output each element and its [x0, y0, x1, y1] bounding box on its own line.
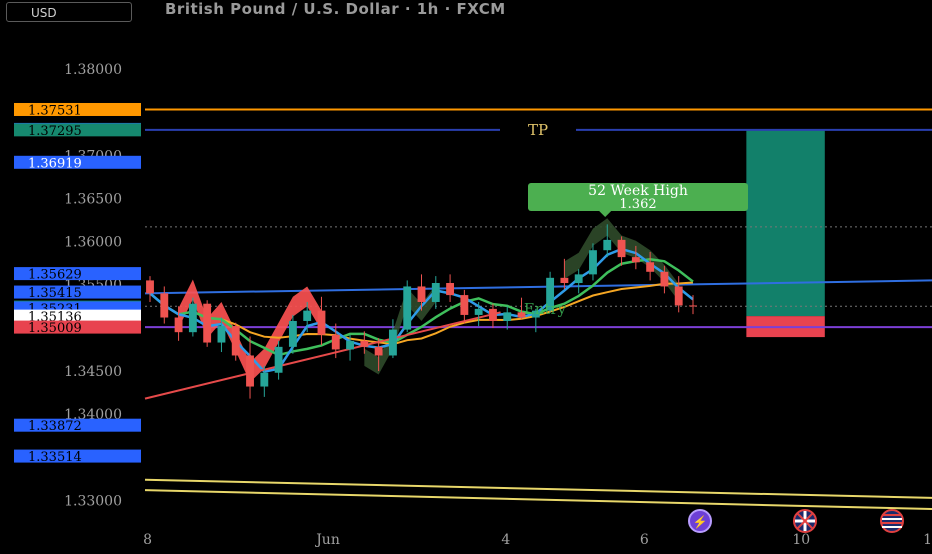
candle-body: [574, 274, 583, 284]
x-tick-label: 6: [640, 532, 649, 548]
week-high-value: 1.362: [619, 197, 656, 212]
candle-body: [374, 346, 383, 356]
candle-body: [360, 340, 369, 347]
candle-body: [288, 320, 297, 347]
candle-body: [246, 355, 254, 387]
candle-body: [431, 283, 440, 302]
price-tag-label: 1.35009: [28, 321, 82, 336]
candle-body: [474, 308, 483, 315]
price-tag-label: 1.37531: [28, 103, 82, 118]
candle-body: [489, 308, 497, 321]
price-tag-label: 1.35415: [28, 286, 82, 301]
candle-body: [646, 262, 655, 272]
y-tick-label: 1.38000: [64, 62, 122, 78]
candle-body: [203, 303, 212, 343]
take-profit-zone: [746, 129, 825, 317]
candle-body: [617, 239, 626, 258]
candle-body: [388, 329, 397, 356]
price-tag-label: 1.35629: [28, 268, 82, 283]
candle-body: [674, 286, 683, 306]
candle-body: [689, 305, 697, 307]
candle-body: [160, 293, 169, 318]
y-tick-label: 1.34500: [64, 364, 122, 380]
candle-body: [403, 286, 412, 330]
candle-body: [660, 271, 669, 287]
y-tick-label: 1.36000: [64, 235, 122, 251]
entry-label: Entry: [524, 300, 567, 318]
candle-body: [417, 286, 426, 302]
candle-body: [303, 310, 312, 321]
chart-root: 1.380001.370001.365001.360001.355001.345…: [0, 0, 932, 550]
line-yellow-lower: [144, 489, 932, 511]
tp-label: TP: [528, 121, 548, 139]
week-high-pointer: [599, 211, 612, 217]
candle-body: [260, 372, 269, 387]
chart-svg: 1.380001.370001.365001.360001.355001.345…: [14, 62, 932, 548]
candle-body: [231, 326, 240, 356]
candle-body: [503, 312, 512, 321]
candle-body: [446, 283, 455, 296]
candle-body: [317, 310, 326, 335]
x-tick-label: Jun: [314, 532, 340, 548]
lightning-glyph: ⚡: [693, 515, 708, 529]
candle-body: [217, 326, 226, 343]
x-tick-label: 12: [923, 532, 932, 548]
x-tick-label: 8: [143, 532, 152, 548]
y-tick-label: 1.33000: [64, 493, 122, 509]
price-tag-label: 1.37295: [28, 124, 82, 139]
candle-body: [560, 277, 569, 284]
line-yellow-upper: [144, 478, 932, 499]
candle-body: [331, 334, 340, 350]
candle-body: [631, 257, 640, 263]
price-tag-label: 1.36919: [28, 156, 82, 171]
x-tick-label: 10: [792, 532, 810, 548]
chart-title: British Pound / U.S. Dollar · 1h · FXCM: [165, 0, 506, 18]
candle-body: [146, 280, 154, 294]
candle-body: [188, 303, 197, 333]
candle-body: [274, 346, 283, 373]
x-tick-label: 4: [501, 532, 510, 548]
us-flag-icon: [880, 509, 904, 533]
candle-body: [346, 340, 354, 350]
y-tick-label: 1.36500: [64, 191, 122, 207]
candle-body: [589, 250, 597, 275]
candle-body: [460, 295, 469, 315]
candle-body: [603, 239, 612, 251]
candle-body: [174, 317, 183, 333]
currency-selector[interactable]: USD: [6, 2, 132, 22]
price-tag-label: 1.33514: [28, 450, 82, 465]
price-tag-label: 1.33872: [28, 419, 82, 434]
